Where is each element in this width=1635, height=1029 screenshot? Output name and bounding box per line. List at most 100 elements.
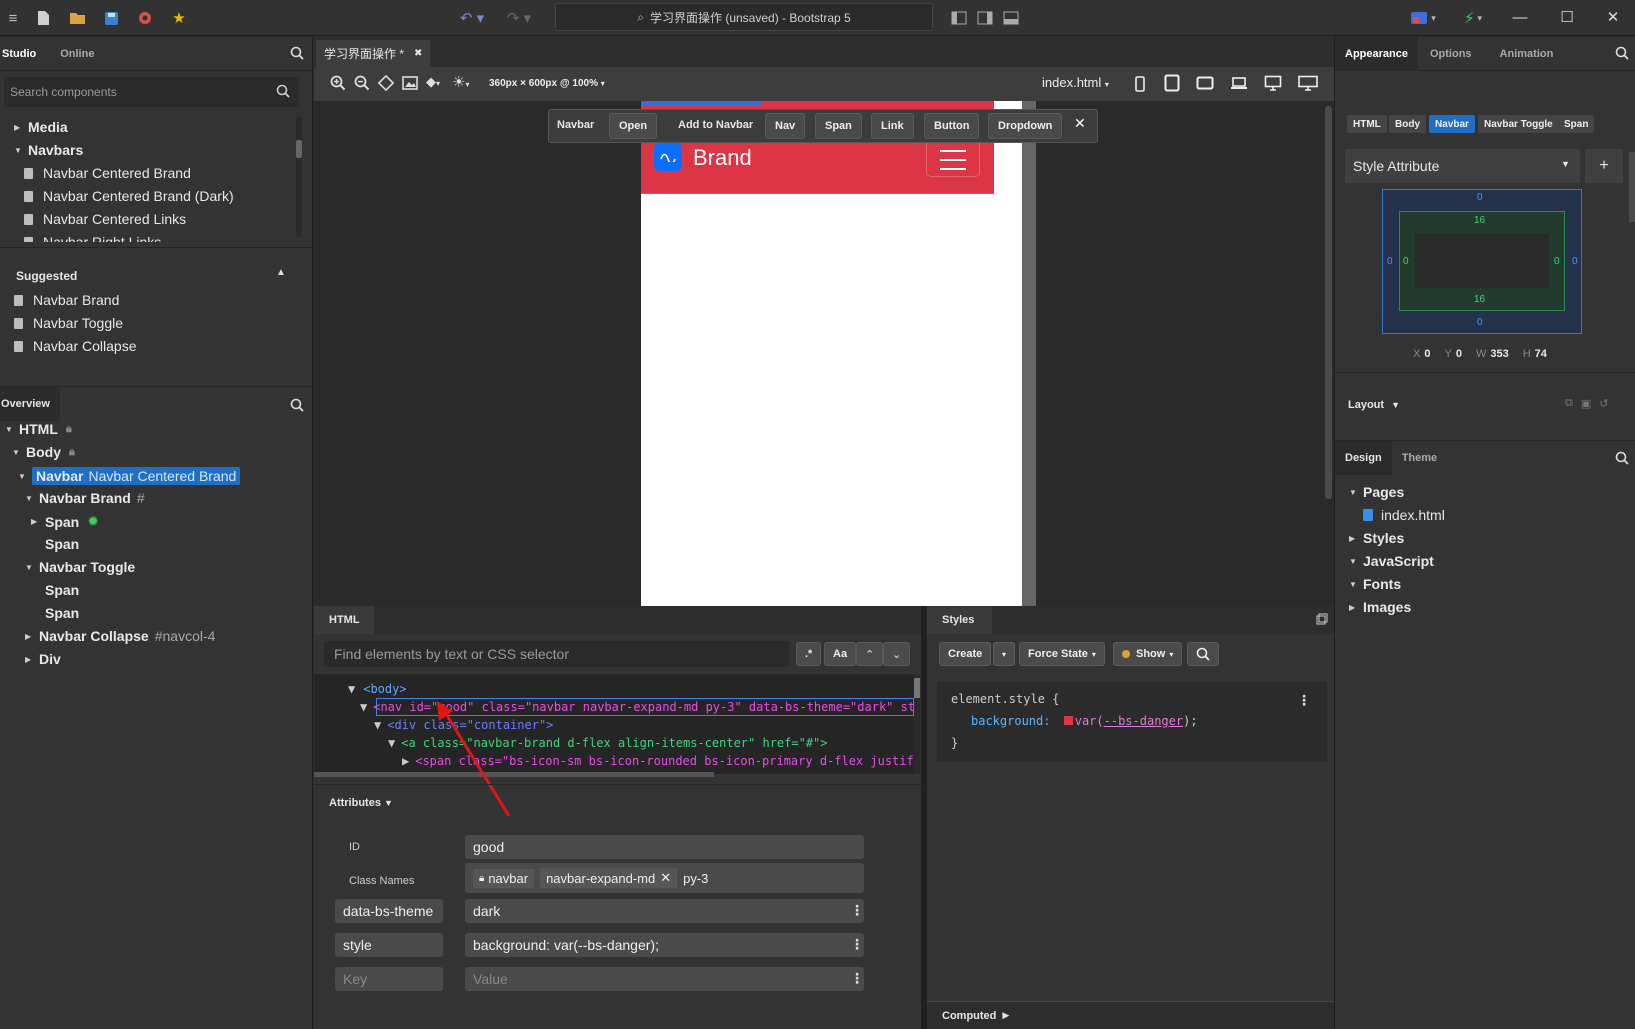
reset-icon[interactable]: ↺ (1599, 397, 1608, 410)
style-attribute-select[interactable]: Style Attribute (1345, 149, 1580, 183)
breadcrumb-body[interactable]: Body (1389, 115, 1426, 133)
tab-online[interactable]: Online (46, 48, 104, 60)
add-link-button[interactable]: Link (871, 113, 914, 139)
design-styles[interactable]: ▶ Styles (1349, 530, 1404, 546)
zoom-out-icon[interactable] (354, 75, 370, 94)
x-value[interactable]: 0 (1424, 348, 1430, 360)
close-window-button[interactable]: ✕ (1598, 6, 1628, 28)
chevron-down-icon[interactable]: ▼ (1561, 159, 1570, 169)
page-select[interactable]: index.html ▾ (1042, 75, 1109, 90)
zoom-in-icon[interactable] (330, 75, 346, 94)
add-to-navbar-label[interactable]: Add to Navbar (678, 119, 753, 131)
attr-key-field[interactable]: data-bs-theme (335, 899, 443, 923)
design-javascript[interactable]: ▼ JavaScript (1349, 553, 1434, 569)
class-chip[interactable]: py-3 (683, 871, 708, 886)
more-icon[interactable]: ⋮ (850, 902, 864, 919)
suggested-item[interactable]: Navbar Brand (14, 292, 119, 308)
id-field[interactable]: good (465, 835, 864, 859)
page-index[interactable]: index.html (1363, 507, 1445, 523)
class-names-field[interactable]: 🔒︎ navbar navbar-expand-md ✕ py-3 (465, 863, 864, 893)
rotate-icon[interactable] (377, 74, 395, 94)
paste-icon[interactable]: ▣ (1581, 397, 1591, 410)
layers-icon[interactable]: ◆▾ (426, 74, 440, 90)
tablet-landscape-icon[interactable] (1196, 76, 1214, 93)
show-button[interactable]: Show ▾ (1113, 642, 1183, 666)
popout-icon[interactable] (1316, 613, 1328, 628)
design-pages[interactable]: ▼ Pages (1349, 484, 1404, 500)
h-value[interactable]: 74 (1535, 348, 1547, 360)
padding-left-value[interactable]: 0 (1403, 256, 1409, 267)
laptop-icon[interactable] (1230, 76, 1248, 93)
preview-toggler[interactable] (926, 139, 980, 177)
overview-search-icon[interactable] (290, 398, 304, 415)
collapse-suggested-icon[interactable]: ▲ (276, 267, 286, 278)
group-media[interactable]: ▶ Media (14, 119, 68, 135)
selection-handles[interactable] (641, 101, 761, 106)
more-icon[interactable]: ⋮ (850, 970, 864, 987)
create-dropdown-icon[interactable]: ▾ (993, 642, 1016, 666)
new-attr-key-input[interactable]: Key (335, 967, 443, 991)
preview-resize-handle[interactable] (1022, 101, 1036, 606)
tab-design[interactable]: Design (1335, 441, 1392, 475)
menu-icon[interactable]: ≡ (2, 7, 24, 29)
add-dropdown-button[interactable]: Dropdown (988, 113, 1063, 139)
tree-body[interactable]: ▼ Body 🔒︎ (12, 444, 75, 460)
margin-bottom-value[interactable]: 0 (1477, 317, 1483, 328)
desktop-icon[interactable] (1264, 75, 1282, 94)
component-scrollbar[interactable] (296, 117, 302, 237)
w-value[interactable]: 353 (1490, 348, 1508, 360)
class-chip[interactable]: navbar-expand-md ✕ (540, 868, 678, 888)
component-item[interactable]: Navbar Centered Brand (Dark) (24, 188, 234, 204)
add-button-button[interactable]: Button (924, 113, 980, 139)
tab-theme[interactable]: Theme (1392, 452, 1437, 464)
code-vscrollbar[interactable] (914, 674, 920, 774)
suggested-item[interactable]: Navbar Toggle (14, 315, 123, 331)
tree-span[interactable]: Span (45, 536, 79, 552)
previous-match-icon[interactable]: ⌃ (856, 642, 884, 666)
tab-appearance[interactable]: Appearance (1335, 36, 1418, 71)
search-icon[interactable] (1615, 451, 1629, 468)
suggested-item[interactable]: Navbar Collapse (14, 338, 137, 354)
tree-span[interactable]: ▶ Span ✹ (31, 513, 99, 530)
tree-navbar-toggle[interactable]: ▼ Navbar Toggle (25, 559, 135, 575)
tablet-icon[interactable] (1164, 74, 1180, 95)
new-file-icon[interactable] (32, 7, 54, 29)
undo-icon[interactable]: ↶ ▾ (455, 7, 489, 29)
more-icon[interactable]: ⋮ (1297, 692, 1311, 709)
preview-brand-text[interactable]: Brand (693, 145, 752, 171)
force-state-button[interactable]: Force State ▾ (1019, 642, 1105, 666)
create-button[interactable]: Create (939, 642, 992, 666)
new-attr-value-input[interactable]: Value (465, 967, 864, 991)
viewport-info[interactable]: 360px × 600px @ 100% ▾ (489, 78, 605, 89)
more-icon[interactable]: ⋮ (850, 936, 864, 953)
canvas-scrollbar[interactable] (1325, 106, 1332, 499)
padding-bottom-value[interactable]: 16 (1474, 294, 1485, 305)
search-icon[interactable] (290, 46, 304, 63)
attr-key-field[interactable]: style (335, 933, 443, 957)
minimize-button[interactable]: — (1505, 6, 1535, 28)
left-panel-toggle-icon[interactable] (948, 7, 970, 29)
search-icon[interactable] (1615, 46, 1629, 63)
component-search-input[interactable]: Search components (4, 77, 299, 107)
image-icon[interactable] (402, 75, 418, 94)
component-item[interactable]: Navbar Centered Brand (24, 165, 191, 181)
search-styles-icon[interactable] (1187, 642, 1219, 666)
add-nav-button[interactable]: Nav (765, 113, 806, 139)
bottom-panel-toggle-icon[interactable] (1000, 7, 1022, 29)
widescreen-icon[interactable] (1298, 75, 1318, 94)
find-elements-input[interactable]: Find elements by text or CSS selector (324, 641, 789, 667)
copy-icon[interactable]: ⧉ (1565, 397, 1573, 410)
tree-navbar[interactable]: ▼ Navbar Navbar Centered Brand (18, 467, 241, 485)
right-panel-toggle-icon[interactable] (974, 7, 996, 29)
attributes-title[interactable]: Attributes ▼ (329, 797, 393, 809)
component-item[interactable]: Navbar Centered Links (24, 211, 186, 227)
preview-browser-icon[interactable]: ▾ (1405, 7, 1441, 29)
tab-html[interactable]: HTML (314, 606, 374, 634)
close-toolbar-icon[interactable]: ✕ (1074, 115, 1086, 132)
doc-tab[interactable]: 学习界面操作 * ✖ (316, 40, 431, 67)
rule-declaration[interactable]: background: var(--bs-danger); (971, 714, 1198, 728)
margin-top-value[interactable]: 0 (1477, 192, 1483, 203)
group-navbars[interactable]: ▼ Navbars (14, 142, 83, 158)
margin-right-value[interactable]: 0 (1572, 256, 1578, 267)
attr-value-field[interactable]: dark (465, 899, 864, 923)
